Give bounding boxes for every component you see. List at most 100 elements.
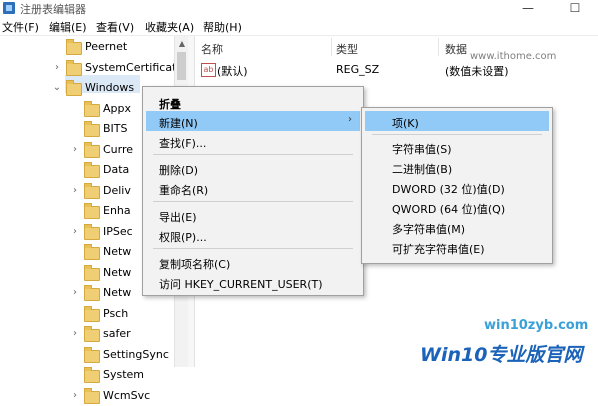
menu-item-label: 复制项名称(C) bbox=[159, 258, 231, 271]
menu-item-label: 访问 HKEY_CURRENT_USER(T) bbox=[159, 278, 323, 291]
folder-icon bbox=[66, 80, 82, 96]
tree-item-label: Curre bbox=[103, 143, 134, 156]
scroll-thumb[interactable] bbox=[177, 52, 186, 80]
site-watermark: win10zyb.com bbox=[484, 318, 589, 333]
tree-item[interactable]: › safer bbox=[0, 324, 174, 344]
menu-item-new[interactable]: 新建(N) › bbox=[146, 111, 360, 131]
menu-item-permissions[interactable]: 权限(P)... bbox=[146, 225, 360, 245]
chevron-right-icon[interactable]: › bbox=[70, 222, 80, 242]
menu-item-goto-hkcu[interactable]: 访问 HKEY_CURRENT_USER(T) bbox=[146, 272, 360, 292]
column-data-header[interactable]: 数据 bbox=[445, 41, 467, 57]
value-data: (数值未设置) bbox=[445, 65, 509, 78]
regedit-icon bbox=[3, 2, 15, 14]
new-submenu: 项(K) 字符串值(S) 二进制值(B) DWORD (32 位)值(D) QW… bbox=[361, 107, 553, 264]
value-row-default[interactable]: ab (默认) REG_SZ (数值未设置) bbox=[195, 60, 598, 80]
menu-item-find[interactable]: 查找(F)... bbox=[146, 131, 360, 151]
column-divider[interactable] bbox=[331, 38, 332, 56]
folder-icon bbox=[66, 60, 82, 76]
folder-icon bbox=[84, 367, 100, 383]
submenu-item-expandable-string-value[interactable]: 可扩充字符串值(E) bbox=[365, 237, 549, 257]
tree-item-label: Enha bbox=[103, 204, 131, 217]
column-divider[interactable] bbox=[438, 38, 439, 56]
folder-icon bbox=[84, 203, 100, 219]
folder-icon bbox=[84, 306, 100, 322]
menu-separator bbox=[153, 248, 353, 249]
tree-item-label: System bbox=[103, 368, 145, 381]
value-name: (默认) bbox=[217, 65, 248, 78]
folder-icon bbox=[84, 244, 100, 260]
menu-item-label: 多字符串值(M) bbox=[392, 223, 466, 236]
menu-item-label: 权限(P)... bbox=[159, 231, 207, 244]
menu-item-label: 可扩充字符串值(E) bbox=[392, 243, 485, 256]
submenu-item-key[interactable]: 项(K) bbox=[365, 111, 549, 131]
tree-item-label: Netw bbox=[103, 286, 132, 299]
menu-separator bbox=[153, 154, 353, 155]
chevron-right-icon[interactable]: › bbox=[70, 140, 80, 160]
submenu-item-string-value[interactable]: 字符串值(S) bbox=[365, 137, 549, 157]
folder-icon bbox=[84, 285, 100, 301]
folder-icon bbox=[84, 265, 100, 281]
ab-string-icon: ab bbox=[201, 63, 216, 77]
folder-icon bbox=[84, 121, 100, 137]
maximize-button[interactable]: ☐ bbox=[552, 0, 598, 17]
tree-item-label: Netw bbox=[103, 245, 132, 258]
tree-item-label: SystemCertificate bbox=[85, 61, 184, 74]
tree-item-label: WcmSvc bbox=[103, 389, 151, 402]
submenu-item-binary-value[interactable]: 二进制值(B) bbox=[365, 157, 549, 177]
menu-view[interactable]: 查看(V) bbox=[96, 19, 134, 35]
menu-item-label: QWORD (64 位)值(Q) bbox=[392, 203, 506, 216]
tree-item[interactable]: System bbox=[0, 365, 174, 385]
menu-item-label: 新建(N) bbox=[159, 117, 198, 130]
column-name-header[interactable]: 名称 bbox=[201, 41, 223, 57]
title-bar: 注册表编辑器 — ☐ bbox=[0, 0, 598, 17]
chevron-right-icon[interactable]: › bbox=[70, 324, 80, 344]
brand-watermark: Win10专业版官网 bbox=[420, 344, 583, 366]
chevron-down-icon[interactable]: ⌄ bbox=[52, 78, 62, 98]
folder-icon bbox=[84, 347, 100, 363]
chevron-right-icon: › bbox=[348, 114, 352, 125]
menu-edit[interactable]: 编辑(E) bbox=[49, 19, 87, 35]
column-type-header[interactable]: 类型 bbox=[336, 41, 358, 57]
submenu-item-multi-string-value[interactable]: 多字符串值(M) bbox=[365, 217, 549, 237]
minimize-button[interactable]: — bbox=[505, 0, 551, 17]
tree-item[interactable]: › SystemCertificate bbox=[0, 58, 183, 78]
menu-separator bbox=[372, 134, 542, 135]
folder-icon bbox=[84, 101, 100, 117]
tree-item-label: Deliv bbox=[103, 184, 131, 197]
tree-item-label: Psch bbox=[103, 307, 129, 320]
window-title: 注册表编辑器 bbox=[20, 3, 86, 16]
menu-item-label: 导出(E) bbox=[159, 211, 197, 224]
tree-item-label: IPSec bbox=[103, 225, 133, 238]
tree-item-label: safer bbox=[103, 327, 131, 340]
chevron-right-icon[interactable]: › bbox=[70, 386, 80, 406]
submenu-item-dword-value[interactable]: DWORD (32 位)值(D) bbox=[365, 177, 549, 197]
menu-help[interactable]: 帮助(H) bbox=[203, 19, 242, 35]
folder-icon bbox=[84, 224, 100, 240]
submenu-item-qword-value[interactable]: QWORD (64 位)值(Q) bbox=[365, 197, 549, 217]
menu-item-label: 查找(F)... bbox=[159, 137, 207, 150]
folder-icon bbox=[84, 162, 100, 178]
tree-item-label: Appx bbox=[103, 102, 131, 115]
folder-icon bbox=[84, 388, 100, 404]
menu-item-label: 重命名(R) bbox=[159, 184, 209, 197]
menu-item-label: 删除(D) bbox=[159, 164, 199, 177]
chevron-right-icon[interactable]: › bbox=[52, 58, 62, 78]
tree-item-label: SettingSync bbox=[103, 348, 169, 361]
scroll-up-icon[interactable]: ▲ bbox=[175, 39, 189, 48]
menu-item-label: 字符串值(S) bbox=[392, 143, 452, 156]
menu-item-rename[interactable]: 重命名(R) bbox=[146, 178, 360, 198]
chevron-right-icon[interactable]: › bbox=[70, 181, 80, 201]
menu-separator bbox=[153, 201, 353, 202]
tree-item[interactable]: Peernet bbox=[0, 37, 174, 57]
tree-item[interactable]: SettingSync bbox=[0, 345, 174, 365]
tree-item[interactable]: › WcmSvc bbox=[0, 386, 174, 406]
chevron-right-icon[interactable]: › bbox=[70, 283, 80, 303]
menu-item-export[interactable]: 导出(E) bbox=[146, 205, 360, 225]
tree-item-label: Data bbox=[103, 163, 130, 176]
menu-item-collapse[interactable]: 折叠 bbox=[146, 92, 360, 112]
menu-item-copy-key-name[interactable]: 复制项名称(C) bbox=[146, 252, 360, 272]
menu-favorites[interactable]: 收藏夹(A) bbox=[145, 19, 194, 35]
menu-item-delete[interactable]: 删除(D) bbox=[146, 158, 360, 178]
menu-file[interactable]: 文件(F) bbox=[2, 19, 39, 35]
tree-item[interactable]: Psch bbox=[0, 304, 174, 324]
